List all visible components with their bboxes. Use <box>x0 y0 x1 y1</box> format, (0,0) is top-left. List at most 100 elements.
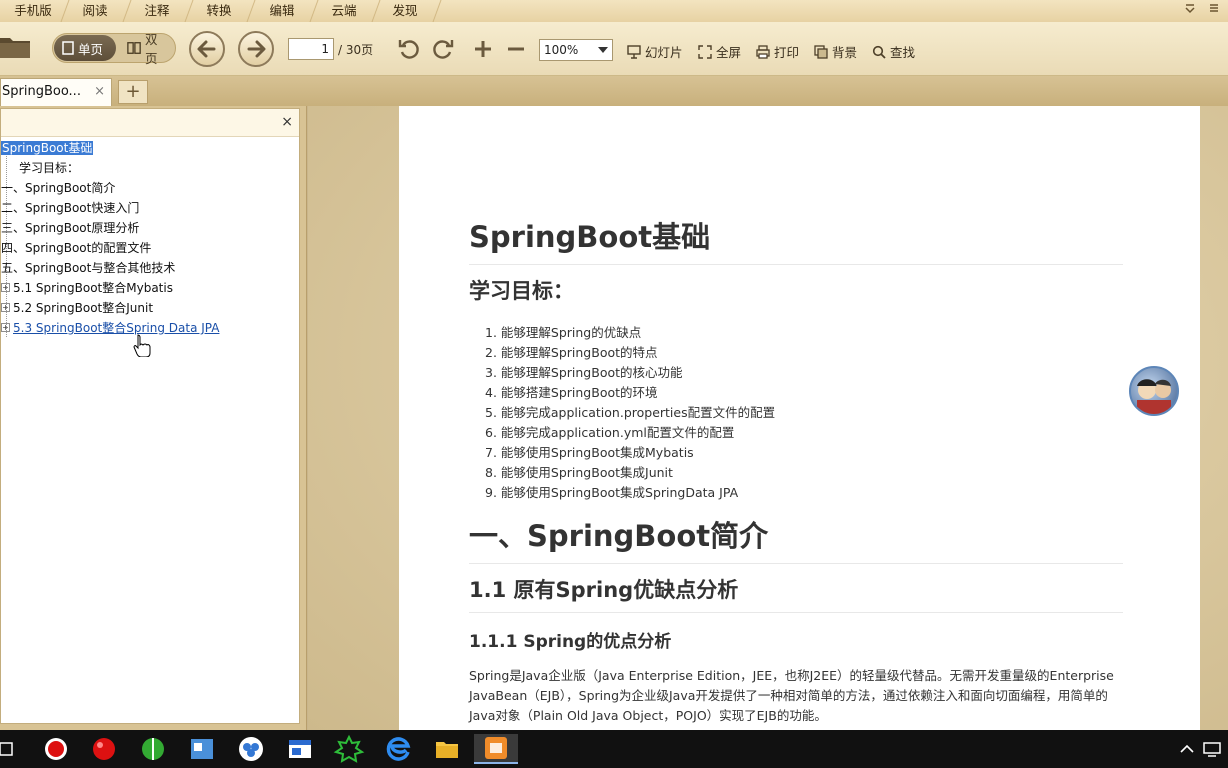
page-content: SpringBoot基础 学习目标： 1. 能够理解Spring的优缺点 2. … <box>469 214 1123 726</box>
page-number-input[interactable]: 1 <box>288 38 334 60</box>
task-view-icon[interactable] <box>0 734 20 764</box>
rotate-left-button[interactable] <box>397 37 421 61</box>
avatar-icon <box>1137 379 1171 414</box>
menu-tab-annotate[interactable]: 注释 <box>124 0 194 22</box>
page-total: / 30页 <box>338 43 374 57</box>
double-page-button[interactable]: 双页 <box>119 32 175 66</box>
outline-item[interactable]: 一、SpringBoot简介 <box>1 179 115 197</box>
chevron-up-icon[interactable] <box>1176 734 1198 764</box>
window-menu-icon[interactable] <box>1207 2 1221 16</box>
outline-item[interactable]: 四、SpringBoot的配置文件 <box>1 239 151 257</box>
zoom-select[interactable]: 100% <box>539 39 613 61</box>
contacts-app-icon[interactable] <box>180 734 224 764</box>
menu-tab-mobile[interactable]: 手机版 <box>0 0 70 22</box>
taskbar <box>0 730 1228 768</box>
arrow-right-icon <box>247 40 266 58</box>
close-tab-icon[interactable]: × <box>94 79 105 105</box>
outline-sidebar: × SpringBoot基础 学习目标： 一、SpringBoot简介 二、Sp… <box>0 106 307 730</box>
plus-icon <box>475 41 491 57</box>
green-ball-app-icon[interactable] <box>131 734 175 764</box>
window-app-icon[interactable] <box>278 734 322 764</box>
background-label: 背景 <box>832 45 858 60</box>
list-item: 3. 能够理解SpringBoot的核心功能 <box>485 365 683 380</box>
menu-bar: 手机版 阅读 注释 转换 编辑 云端 发现 <box>0 0 1228 22</box>
paragraph: Spring是Java企业版（Java Enterprise Edition，J… <box>469 668 1114 723</box>
new-tab-button[interactable]: + <box>118 80 148 104</box>
find-label: 查找 <box>890 45 916 60</box>
single-page-button[interactable]: 单页 <box>54 35 116 61</box>
pdf-reader-app-icon[interactable] <box>474 734 518 764</box>
outline-item[interactable]: 二、SpringBoot快速入门 <box>1 199 139 217</box>
goals-heading: 学习目标： <box>469 279 574 303</box>
subsubsection-heading: 1.1.1 Spring的优点分析 <box>469 632 672 652</box>
forward-button[interactable] <box>238 31 274 67</box>
hand-cursor-icon <box>133 334 151 357</box>
single-page-label: 单页 <box>78 41 104 57</box>
menu-tab-cloud[interactable]: 云端 <box>311 0 381 22</box>
outline-header: × <box>1 109 299 137</box>
outline-item[interactable]: 五、SpringBoot与整合其他技术 <box>1 259 175 277</box>
document-viewer[interactable]: SpringBoot基础 学习目标： 1. 能够理解Spring的优缺点 2. … <box>308 106 1228 730</box>
expand-icon[interactable]: + <box>1 323 10 332</box>
fullscreen-label: 全屏 <box>716 45 742 60</box>
list-item: 8. 能够使用SpringBoot集成Junit <box>485 465 673 480</box>
menu-tab-read[interactable]: 阅读 <box>62 0 132 22</box>
single-page-icon <box>62 41 74 55</box>
zoom-out-button[interactable] <box>504 37 528 61</box>
subsection-heading: 1.1 原有Spring优缺点分析 <box>469 574 1123 613</box>
folder-icon[interactable] <box>0 34 32 60</box>
list-item: 4. 能够搭建SpringBoot的环境 <box>485 385 658 400</box>
outline-item[interactable]: +5.2 SpringBoot整合Junit <box>1 299 153 317</box>
cloud-app-icon[interactable] <box>229 734 273 764</box>
slideshow-label: 幻灯片 <box>645 45 683 60</box>
close-outline-icon[interactable]: × <box>281 114 293 130</box>
outline-item[interactable]: SpringBoot基础 <box>1 139 94 157</box>
document-page: SpringBoot基础 学习目标： 1. 能够理解Spring的优缺点 2. … <box>399 106 1200 730</box>
assistant-avatar[interactable] <box>1129 366 1179 416</box>
file-explorer-icon[interactable] <box>425 734 469 764</box>
collapse-menu-icon[interactable] <box>1183 2 1197 16</box>
zoom-value: 100% <box>544 43 579 57</box>
document-tab-bar: SpringBoo... × + <box>0 76 1228 106</box>
zoom-in-button[interactable] <box>471 37 495 61</box>
list-item: 7. 能够使用SpringBoot集成Mybatis <box>485 445 694 460</box>
view-mode-group: 单页 双页 <box>52 32 176 66</box>
back-button[interactable] <box>189 31 225 67</box>
outline-item[interactable]: +5.1 SpringBoot整合Mybatis <box>1 279 173 297</box>
menu-tab-edit[interactable]: 编辑 <box>249 0 319 22</box>
list-item: 2. 能够理解SpringBoot的特点 <box>485 345 658 360</box>
red-ball-app-icon[interactable] <box>82 734 126 764</box>
network-icon[interactable] <box>1200 734 1228 764</box>
printer-icon <box>756 44 770 59</box>
outline-item[interactable]: 三、SpringBoot原理分析 <box>1 219 139 237</box>
document-tab[interactable]: SpringBoo... × <box>0 78 112 106</box>
gear-app-icon[interactable] <box>327 734 371 764</box>
rotate-right-icon <box>433 40 454 59</box>
list-item: 5. 能够完成application.properties配置文件的配置 <box>485 405 776 420</box>
outline-item[interactable]: +5.3 SpringBoot整合Spring Data JPA <box>1 319 219 337</box>
document-tab-title: SpringBoo... <box>2 84 81 99</box>
edge-browser-icon[interactable] <box>376 734 420 764</box>
page-title: SpringBoot基础 <box>469 214 1123 265</box>
double-page-icon <box>127 42 141 54</box>
outline-item[interactable]: 学习目标： <box>19 159 79 177</box>
section-heading: 一、SpringBoot简介 <box>469 513 1123 564</box>
slideshow-icon <box>627 44 641 59</box>
double-page-label: 双页 <box>145 32 158 66</box>
find-button[interactable]: 查找 <box>872 42 915 61</box>
fullscreen-button[interactable]: 全屏 <box>698 42 741 61</box>
expand-icon[interactable]: + <box>1 283 10 292</box>
menu-tab-convert[interactable]: 转换 <box>186 0 256 22</box>
background-button[interactable]: 背景 <box>814 42 857 61</box>
search-icon <box>872 45 886 59</box>
list-item: 6. 能够完成application.yml配置文件的配置 <box>485 425 735 440</box>
record-app-icon[interactable] <box>34 734 78 764</box>
slideshow-button[interactable]: 幻灯片 <box>627 42 683 61</box>
print-button[interactable]: 打印 <box>756 42 799 61</box>
expand-icon[interactable]: + <box>1 303 10 312</box>
menu-tab-discover[interactable]: 发现 <box>372 0 442 22</box>
chevron-down-icon <box>598 47 608 53</box>
rotate-right-button[interactable] <box>431 37 455 61</box>
goals-list: 1. 能够理解Spring的优缺点 2. 能够理解SpringBoot的特点 3… <box>469 323 1123 503</box>
rotate-left-icon <box>398 40 419 59</box>
